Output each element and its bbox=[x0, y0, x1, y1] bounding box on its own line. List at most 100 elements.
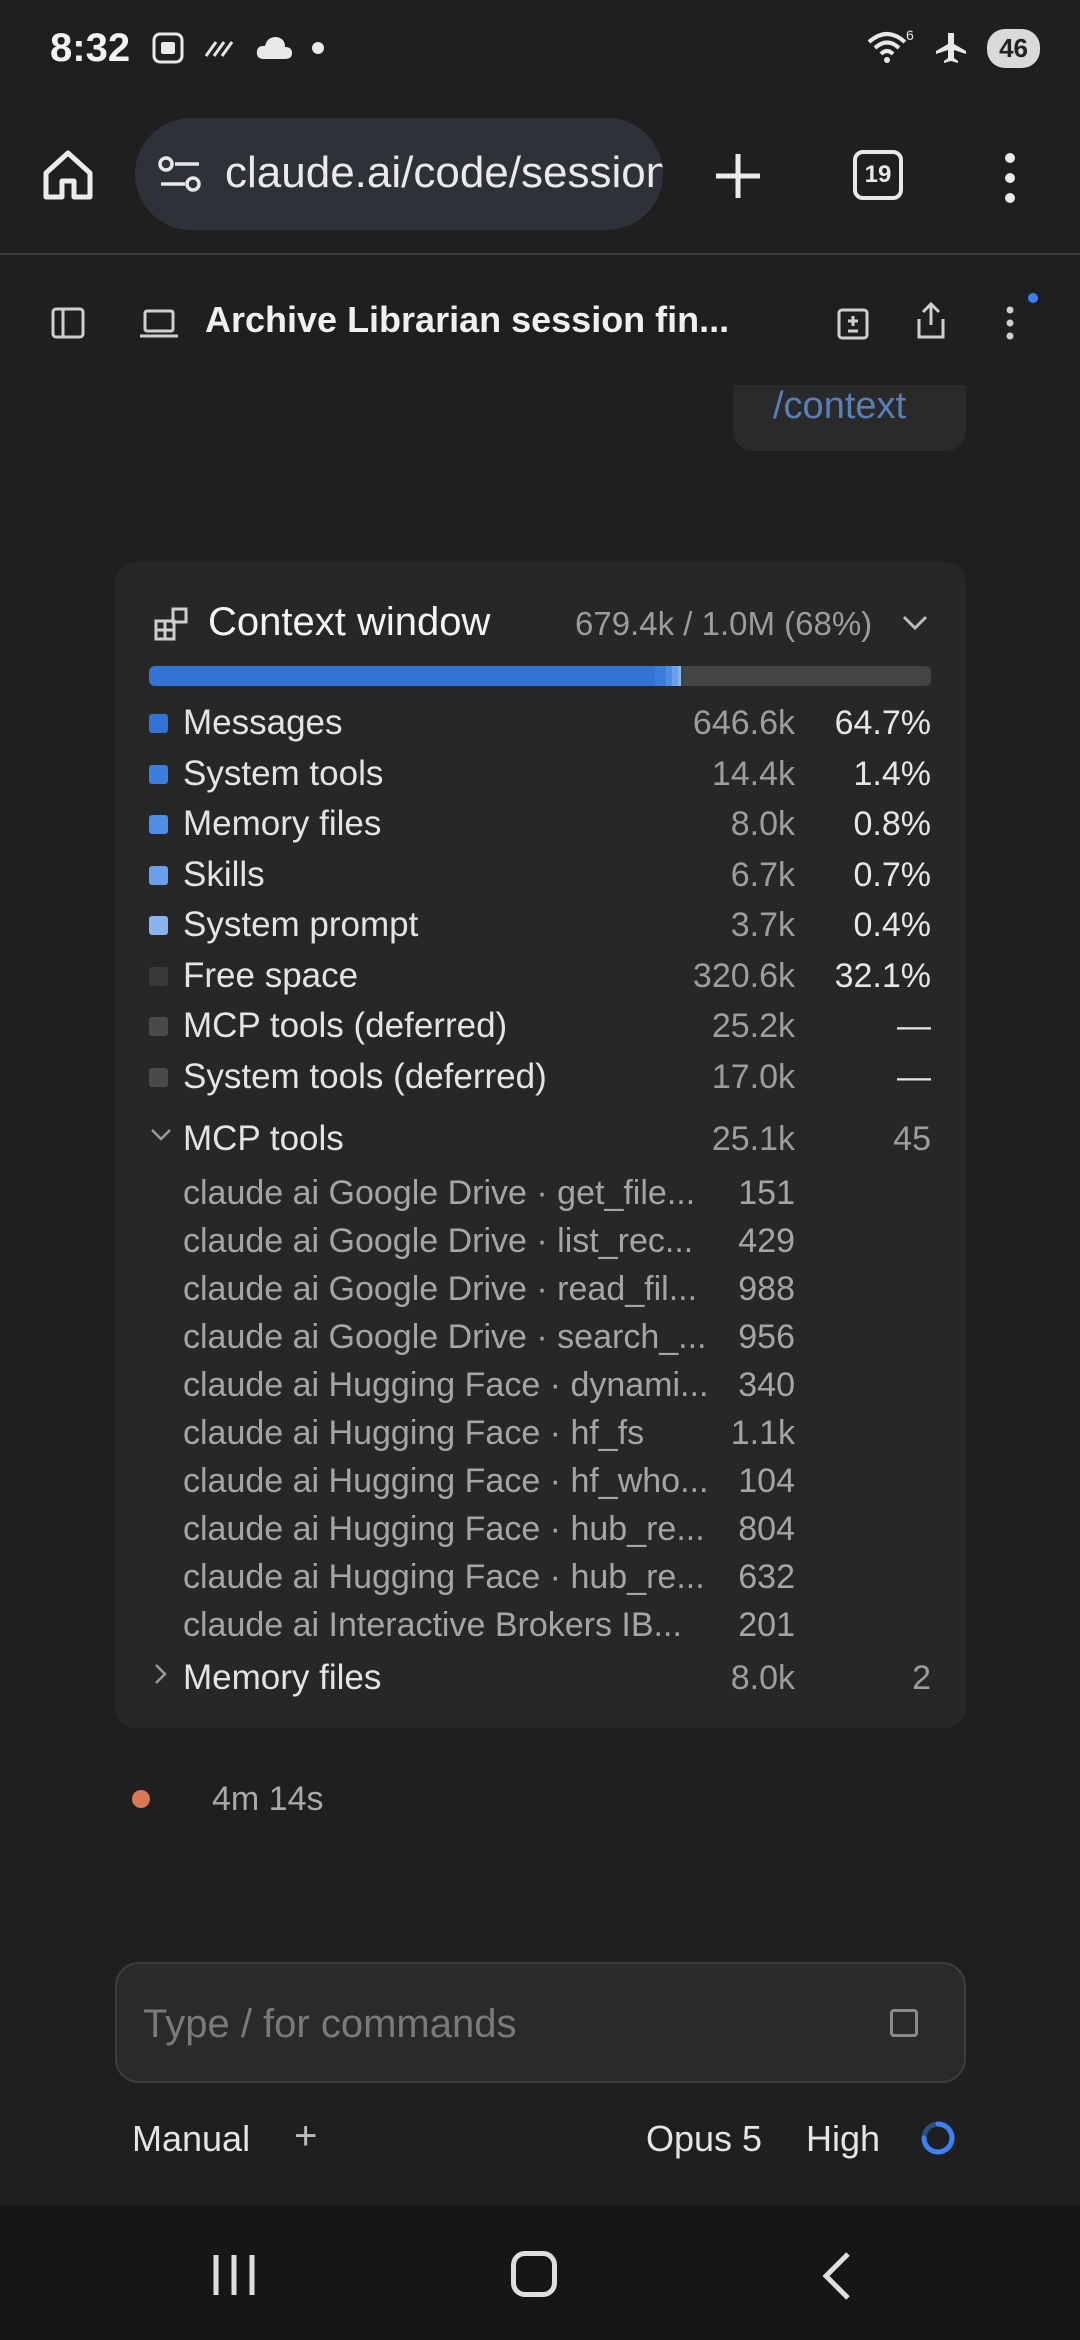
legend-swatch bbox=[149, 1017, 168, 1036]
legend-swatch bbox=[149, 764, 168, 784]
mcp-tools-section-toggle[interactable]: MCP tools 25.1k 45 bbox=[149, 1113, 931, 1163]
sidebar-toggle-icon[interactable] bbox=[50, 305, 86, 341]
notification-badge bbox=[1028, 293, 1038, 303]
share-icon[interactable] bbox=[914, 301, 948, 341]
data-saver-icon bbox=[204, 41, 234, 57]
context-row-messages: Messages 646.6k 64.7% bbox=[149, 697, 931, 748]
tool-name: claude ai Hugging Face · hf_who... bbox=[183, 1462, 709, 1500]
cloud-icon bbox=[256, 37, 292, 59]
list-item: claude ai Google Drive · search_... 956 bbox=[183, 1314, 795, 1362]
tool-tokens: 956 bbox=[738, 1318, 795, 1356]
legend-swatch bbox=[149, 815, 168, 834]
prompt-input[interactable] bbox=[143, 1994, 843, 2054]
usage-bar-messages bbox=[149, 666, 655, 686]
memory-files-label: Memory files bbox=[183, 1658, 382, 1697]
list-item: claude ai Hugging Face · hf_fs 1.1k bbox=[183, 1410, 795, 1458]
tool-tokens: 988 bbox=[738, 1270, 795, 1308]
loading-spinner-icon bbox=[921, 2121, 955, 2155]
tool-name: claude ai Hugging Face · dynami... bbox=[183, 1366, 709, 1404]
row-value: 14.4k bbox=[711, 754, 795, 793]
context-row-system-prompt: System prompt 3.7k 0.4% bbox=[149, 899, 931, 950]
screenshot-icon bbox=[152, 32, 184, 64]
new-tab-icon[interactable] bbox=[708, 146, 768, 206]
legend-swatch bbox=[149, 1067, 168, 1087]
tool-name: claude ai Hugging Face · hub_re... bbox=[183, 1558, 705, 1596]
context-row-system-tools: System tools 14.4k 1.4% bbox=[149, 748, 931, 799]
tool-name: claude ai Google Drive · search_... bbox=[183, 1318, 707, 1356]
row-percent: 0.7% bbox=[853, 855, 932, 894]
tool-tokens: 201 bbox=[738, 1606, 795, 1644]
list-item: claude ai Interactive Brokers IB... 201 bbox=[183, 1602, 795, 1650]
address-bar[interactable]: claude.ai/code/session_ bbox=[135, 118, 663, 230]
site-settings-icon[interactable] bbox=[157, 152, 203, 196]
tool-name: claude ai Google Drive · get_file... bbox=[183, 1174, 696, 1212]
add-attachment-button[interactable]: + bbox=[294, 2116, 317, 2156]
notification-dot-icon bbox=[312, 42, 324, 54]
tool-tokens: 632 bbox=[738, 1558, 795, 1596]
legend-swatch bbox=[149, 916, 168, 935]
tool-tokens: 429 bbox=[738, 1222, 795, 1260]
permission-mode-selector[interactable]: Manual bbox=[132, 2118, 250, 2160]
context-row-free-space: Free space 320.6k 32.1% bbox=[149, 950, 931, 1001]
elapsed-time: 4m 14s bbox=[212, 1780, 324, 1818]
chevron-right-icon bbox=[155, 1664, 167, 1684]
stop-button[interactable] bbox=[890, 2009, 918, 2037]
row-value: 6.7k bbox=[730, 855, 795, 894]
list-item: claude ai Hugging Face · dynami... 340 bbox=[183, 1362, 795, 1410]
home-nav-icon[interactable] bbox=[511, 2251, 557, 2297]
airplane-icon bbox=[936, 33, 967, 63]
system-navigation-bar bbox=[0, 2205, 1080, 2340]
mcp-tools-count: 45 bbox=[893, 1120, 931, 1158]
tab-switcher-button[interactable]: 19 bbox=[853, 150, 903, 200]
effort-selector[interactable]: High bbox=[806, 2118, 880, 2160]
session-title[interactable]: Archive Librarian session fin... bbox=[205, 299, 729, 341]
context-row-memory-files: Memory files 8.0k 0.8% bbox=[149, 798, 931, 849]
row-value: 17.0k bbox=[711, 1057, 795, 1096]
row-percent: — bbox=[897, 1007, 931, 1045]
usage-bar-system-prompt bbox=[677, 666, 681, 686]
status-left-icons bbox=[150, 30, 326, 66]
list-item: claude ai Google Drive · read_fil... 988 bbox=[183, 1266, 795, 1314]
model-selector[interactable]: Opus 5 bbox=[646, 2118, 762, 2160]
home-icon[interactable] bbox=[38, 145, 98, 205]
context-window-header[interactable]: Context window 679.4k / 1.0M (68%) bbox=[153, 600, 933, 650]
memory-files-value: 8.0k bbox=[730, 1659, 795, 1697]
memory-files-section-toggle[interactable]: Memory files 8.0k 2 bbox=[149, 1652, 931, 1702]
row-label: Messages bbox=[183, 703, 343, 742]
chevron-down-icon[interactable] bbox=[901, 614, 929, 632]
activity-indicator-icon bbox=[132, 1790, 150, 1808]
row-percent: — bbox=[897, 1057, 931, 1096]
legend-swatch bbox=[149, 966, 168, 986]
tool-tokens: 104 bbox=[738, 1462, 795, 1500]
more-options-icon[interactable] bbox=[1002, 305, 1018, 341]
url-text: claude.ai/code/session_ bbox=[225, 148, 663, 197]
list-item: claude ai Hugging Face · hub_re... 804 bbox=[183, 1506, 795, 1554]
diff-icon[interactable] bbox=[836, 307, 870, 341]
status-bar: 8:32 6 46 bbox=[0, 0, 1080, 100]
mcp-tools-label: MCP tools bbox=[183, 1119, 344, 1158]
row-percent: 64.7% bbox=[834, 704, 931, 742]
session-header: Archive Librarian session fin... bbox=[0, 257, 1080, 387]
browser-menu-icon[interactable] bbox=[995, 148, 1025, 208]
chevron-down-icon bbox=[151, 1129, 171, 1141]
row-label: System tools (deferred) bbox=[183, 1056, 547, 1096]
row-value: 646.6k bbox=[692, 704, 795, 742]
row-percent: 0.8% bbox=[853, 805, 932, 843]
battery-indicator: 46 bbox=[987, 28, 1040, 68]
back-icon[interactable] bbox=[818, 2251, 854, 2301]
row-label: MCP tools (deferred) bbox=[183, 1006, 508, 1045]
row-value: 3.7k bbox=[730, 906, 795, 944]
status-time: 8:32 bbox=[50, 26, 131, 70]
composer bbox=[115, 1962, 966, 2083]
recent-apps-icon[interactable] bbox=[211, 2253, 257, 2297]
row-label: System tools bbox=[183, 753, 384, 793]
mcp-tools-list: claude ai Google Drive · get_file... 151 … bbox=[183, 1170, 795, 1650]
mcp-tools-value: 25.1k bbox=[711, 1120, 795, 1158]
context-usage-summary: 679.4k / 1.0M (68%) bbox=[575, 605, 873, 642]
context-icon bbox=[154, 607, 188, 641]
list-item: claude ai Hugging Face · hub_re... 632 bbox=[183, 1554, 795, 1602]
context-row-skills: Skills 6.7k 0.7% bbox=[149, 849, 931, 900]
list-item: claude ai Hugging Face · hf_who... 104 bbox=[183, 1458, 795, 1506]
composer-toolbar: Manual + Opus 5 High bbox=[0, 2110, 1080, 2170]
browser-toolbar: claude.ai/code/session_ 19 bbox=[0, 100, 1080, 255]
